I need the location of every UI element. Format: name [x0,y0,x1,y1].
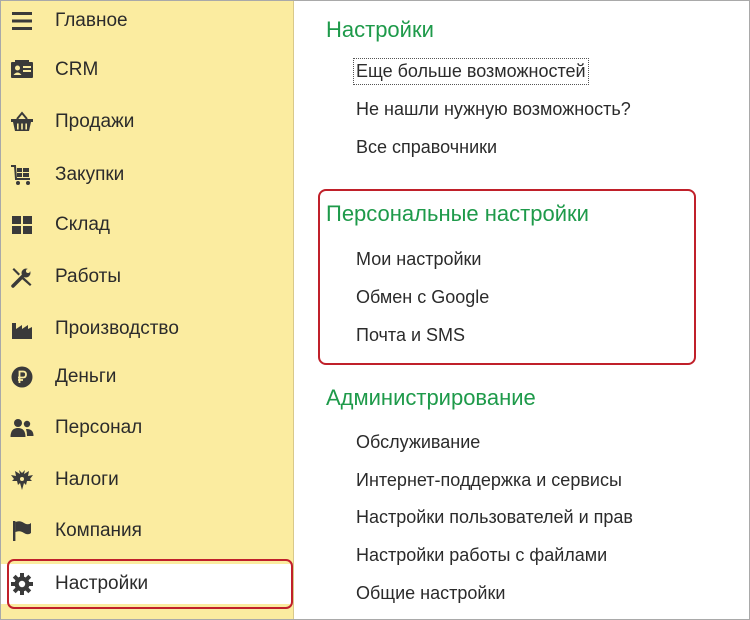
sidebar-item-label: Продажи [55,111,135,132]
link-maintenance[interactable]: Обслуживание [356,432,480,453]
tools-icon [9,264,35,290]
section-title-settings: Настройки [326,17,434,42]
sidebar-item-company[interactable]: Компания [1,511,293,551]
people-icon [9,415,35,441]
gear-icon [9,571,35,597]
app-window: Главное CRM Продажи Закупки Склад Работы… [0,0,750,620]
contact-card-icon [9,57,35,83]
shopping-basket-icon [9,109,35,135]
sidebar-item-crm[interactable]: CRM [1,50,293,90]
flag-icon [9,518,35,544]
sidebar-item-main[interactable]: Главное [1,1,293,41]
sidebar-item-sales[interactable]: Продажи [1,102,293,142]
sidebar-item-label: Налоги [55,469,119,490]
sidebar-item-label: Настройки [55,573,149,594]
sidebar-item-purchases[interactable]: Закупки [1,155,293,195]
section-title-personal-settings: Персональные настройки [326,201,589,226]
sidebar-item-settings[interactable]: Настройки [1,564,293,604]
link-more-features[interactable]: Еще больше возможностей [353,58,589,85]
section-title-administration: Администрирование [326,385,536,410]
eagle-emblem-icon [9,467,35,493]
link-google-exchange[interactable]: Обмен с Google [356,287,489,308]
sidebar-item-label: CRM [55,59,99,80]
sidebar-item-works[interactable]: Работы [1,257,293,297]
sidebar-item-label: Главное [55,10,128,31]
sidebar-item-label: Работы [55,266,121,287]
link-feature-not-found[interactable]: Не нашли нужную возможность? [356,99,631,120]
warehouse-boxes-icon [9,212,35,238]
shopping-cart-icon [9,162,35,188]
sidebar-item-taxes[interactable]: Налоги [1,460,293,500]
link-general-settings[interactable]: Общие настройки [356,583,505,604]
link-mail-sms[interactable]: Почта и SMS [356,325,465,346]
sidebar-item-label: Склад [55,214,110,235]
factory-icon [9,316,35,342]
sidebar-item-production[interactable]: Производство [1,309,293,349]
ruble-coin-icon [9,364,35,390]
link-all-catalogs[interactable]: Все справочники [356,137,497,158]
settings-panel: Настройки Еще больше возможностей Не наш… [294,1,749,619]
sidebar-item-label: Закупки [55,164,125,185]
sidebar-item-personnel[interactable]: Персонал [1,408,293,448]
sidebar-item-label: Производство [55,318,179,339]
sidebar-item-label: Персонал [55,417,143,438]
link-internet-support[interactable]: Интернет-поддержка и сервисы [356,470,622,491]
link-users-rights[interactable]: Настройки пользователей и прав [356,507,633,528]
sidebar-item-label: Компания [55,520,142,541]
sidebar-item-warehouse[interactable]: Склад [1,205,293,245]
sidebar: Главное CRM Продажи Закупки Склад Работы… [1,1,294,619]
sidebar-item-money[interactable]: Деньги [1,357,293,397]
sidebar-item-label: Деньги [55,366,117,387]
link-my-settings[interactable]: Мои настройки [356,249,481,270]
menu-lines-icon [9,8,35,34]
link-file-settings[interactable]: Настройки работы с файлами [356,545,607,566]
